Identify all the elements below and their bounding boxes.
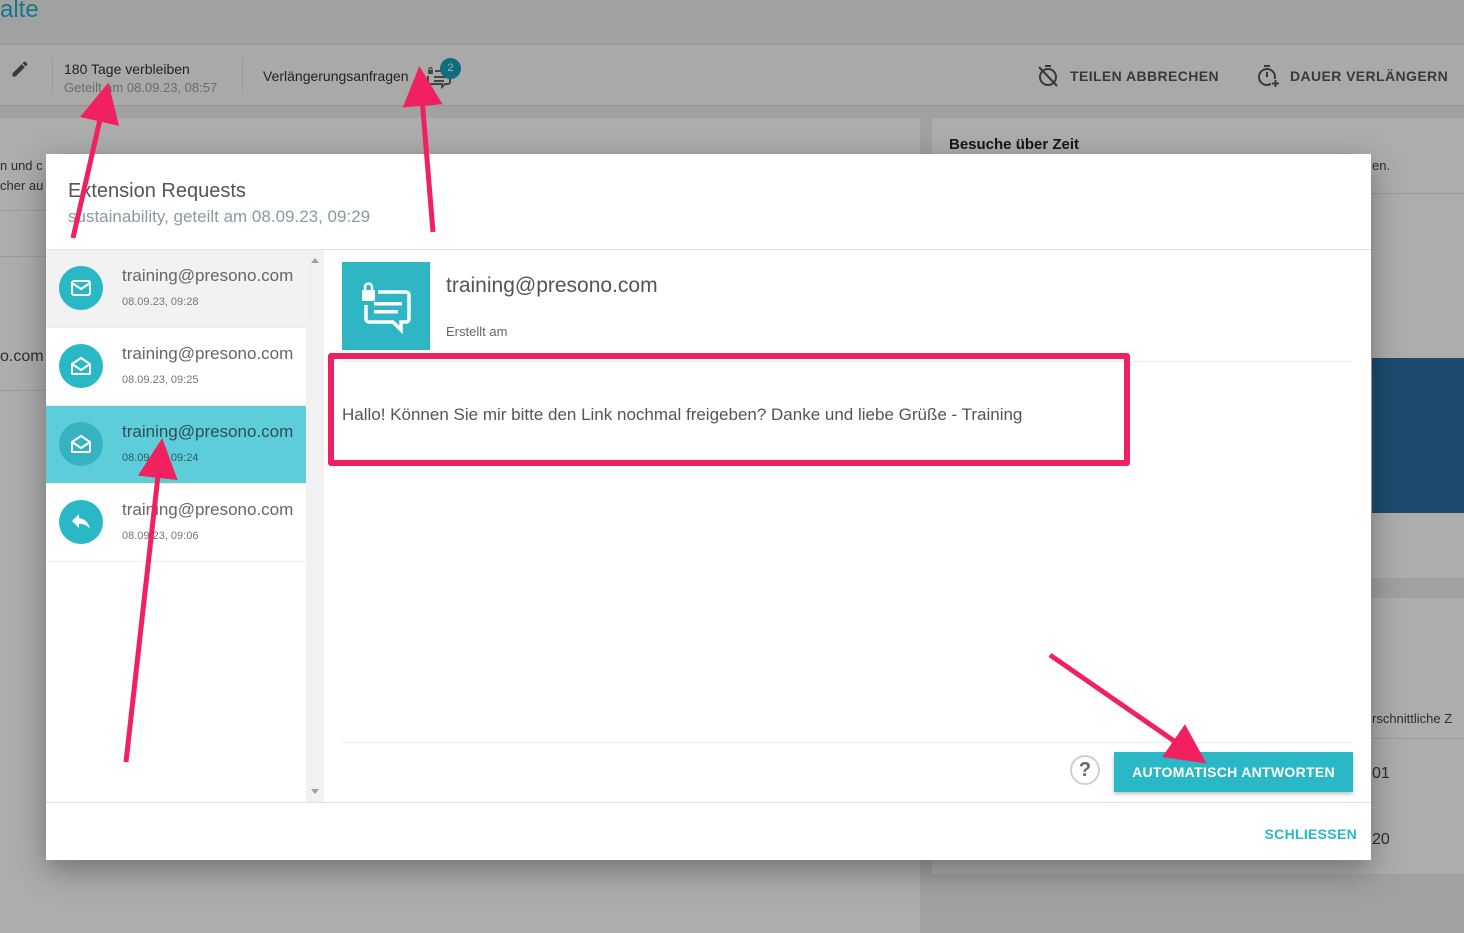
request-date: 08.09.23, 09:28 — [122, 296, 199, 308]
request-email: training@presono.com — [122, 344, 294, 363]
detail-created-label: Erstellt am — [446, 324, 508, 339]
mail-open-icon — [59, 344, 103, 388]
request-item[interactable]: training@presono.com 08.09.23, 09:25 — [46, 328, 306, 406]
auto-reply-button[interactable]: AUTOMATISCH ANTWORTEN — [1114, 752, 1353, 792]
chat-lock-icon — [342, 262, 430, 350]
request-email: training@presono.com — [122, 422, 294, 441]
mail-open-icon — [59, 422, 103, 466]
request-email: training@presono.com — [122, 266, 294, 285]
request-list-scrollbar[interactable] — [306, 250, 324, 802]
reply-icon — [59, 500, 103, 544]
detail-divider — [342, 742, 1352, 743]
dialog-subtitle: sustainability, geteilt am 08.09.23, 09:… — [68, 207, 371, 226]
request-item[interactable]: training@presono.com 08.09.23, 09:28 — [46, 250, 306, 328]
request-email: training@presono.com — [122, 500, 294, 519]
dialog-footer-divider — [46, 802, 1371, 803]
request-date: 08.09.23, 09:25 — [122, 374, 199, 386]
close-button[interactable]: SCHLIESSEN — [1242, 817, 1357, 851]
request-detail: training@presono.com Erstellt am Hallo! … — [324, 250, 1371, 802]
mail-closed-icon — [59, 266, 103, 310]
dialog-title: Extension Requests — [68, 180, 246, 202]
help-button[interactable]: ? — [1070, 755, 1100, 785]
scroll-up-arrow-icon[interactable] — [311, 258, 319, 263]
extension-requests-dialog: Extension Requests sustainability, getei… — [46, 154, 1371, 860]
request-list: training@presono.com 08.09.23, 09:28 tra… — [46, 250, 306, 802]
request-date: 08.09.23, 09:24 — [122, 452, 199, 464]
request-item[interactable]: training@presono.com 08.09.23, 09:06 — [46, 484, 306, 562]
request-date: 08.09.23, 09:06 — [122, 530, 199, 542]
scroll-down-arrow-icon[interactable] — [311, 789, 319, 794]
request-message: Hallo! Können Sie mir bitte den Link noc… — [342, 405, 1023, 424]
request-item-selected[interactable]: training@presono.com 08.09.23, 09:24 — [46, 406, 306, 484]
detail-email: training@presono.com — [446, 274, 658, 297]
